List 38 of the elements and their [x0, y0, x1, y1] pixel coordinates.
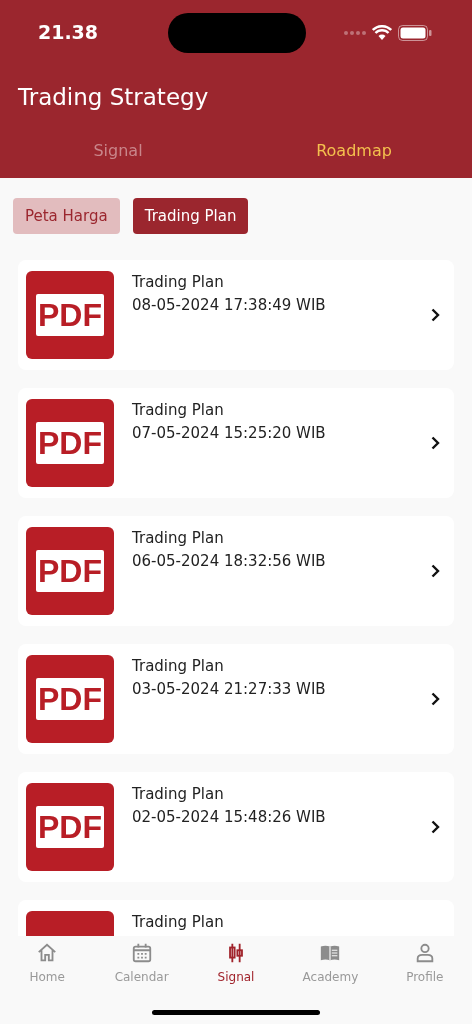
pdf-icon: PDF: [26, 271, 114, 359]
filter-chip[interactable]: Trading Plan: [132, 198, 249, 234]
calendar-icon: [130, 942, 153, 964]
document-title: Trading Plan: [132, 912, 225, 933]
pdf-icon: PDF: [26, 783, 114, 871]
nav-tab[interactable]: Signal: [188, 942, 284, 986]
chevron-right-icon: [431, 308, 440, 322]
document-date: 03-05-2024 21:27:33 WIB: [132, 679, 327, 700]
filter-chip[interactable]: Peta Harga: [13, 198, 120, 234]
document-card[interactable]: PDF Trading Plan 02-05-2024 15:48:26 WIB: [18, 772, 454, 882]
document-card[interactable]: PDF Trading Plan 03-05-2024 21:27:33 WIB: [18, 644, 454, 754]
signal-icon: [344, 30, 366, 35]
chevron-right-icon: [431, 820, 440, 834]
chevron-right-icon: [431, 692, 440, 706]
tab[interactable]: Roadmap: [236, 130, 472, 178]
status-time: 21.38: [36, 20, 100, 46]
document-title: Trading Plan: [132, 656, 225, 677]
document-date: 06-05-2024 18:32:56 WIB: [132, 551, 327, 572]
pdf-icon: PDF: [26, 527, 114, 615]
document-card[interactable]: PDF Trading Plan 08-05-2024 17:38:49 WIB: [18, 260, 454, 370]
document-date: 02-05-2024 15:48:26 WIB: [132, 807, 327, 828]
document-card[interactable]: PDF Trading Plan 06-05-2024 18:32:56 WIB: [18, 516, 454, 626]
document-title: Trading Plan: [132, 400, 225, 421]
document-date: 07-05-2024 15:25:20 WIB: [132, 423, 327, 444]
pdf-icon: PDF: [26, 655, 114, 743]
document-title: Trading Plan: [132, 272, 225, 293]
document-card[interactable]: PDF Trading Plan 07-05-2024 15:25:20 WIB: [18, 388, 454, 498]
page-title: Trading Strategy: [18, 83, 209, 113]
chevron-right-icon: [431, 564, 440, 578]
battery-icon: [398, 24, 432, 41]
document-date: 08-05-2024 17:38:49 WIB: [132, 295, 327, 316]
home-icon: [36, 942, 59, 964]
wifi-icon: [372, 25, 392, 40]
pdf-icon: PDF: [26, 399, 114, 487]
chevron-right-icon: [431, 436, 440, 450]
document-card[interactable]: Trading Plan: [18, 900, 454, 936]
document-title: Trading Plan: [132, 784, 225, 805]
document-title: Trading Plan: [132, 528, 225, 549]
